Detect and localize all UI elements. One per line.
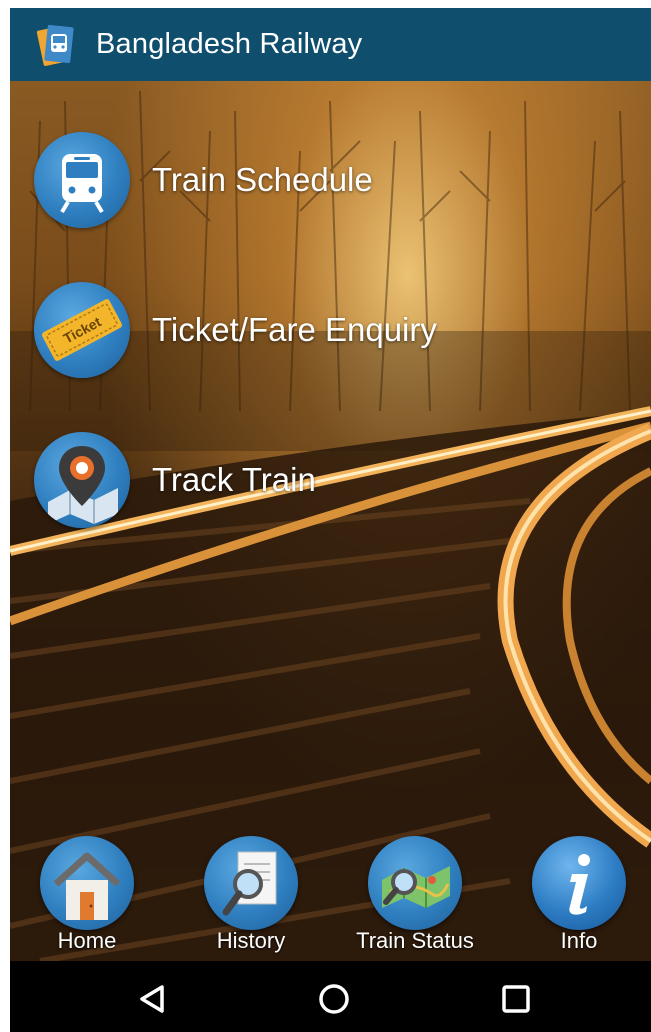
nav-label: Train Status	[356, 928, 474, 953]
menu-item-ticket-fare-enquiry[interactable]: Ticket Ticket/Fare Enquiry	[34, 282, 437, 378]
menu-label: Ticket/Fare Enquiry	[152, 311, 437, 348]
menu-item-track-train[interactable]: Track Train	[34, 432, 316, 528]
info-icon	[532, 836, 626, 930]
railway-logo-icon	[36, 22, 76, 68]
nav-label: History	[216, 928, 286, 953]
phone-screen: Bangladesh Railway Train Schedule Ticket…	[10, 8, 651, 1032]
recents-icon[interactable]	[498, 981, 534, 1017]
ticket-icon: Ticket	[34, 282, 130, 378]
nav-train-status-button[interactable]: Train Status	[345, 836, 485, 954]
back-icon[interactable]	[134, 981, 170, 1017]
app-title: Bangladesh Railway	[96, 28, 363, 60]
nav-info-button[interactable]: Info	[509, 836, 649, 954]
map-search-icon	[368, 836, 462, 930]
bottom-navigation: Home History Train Status Info	[10, 836, 651, 961]
home-circle-icon[interactable]	[316, 981, 352, 1017]
nav-history-button[interactable]: History	[181, 836, 321, 954]
history-search-icon	[204, 836, 298, 930]
nav-label: Home	[57, 928, 117, 953]
nav-home-button[interactable]: Home	[17, 836, 157, 954]
map-pin-icon	[34, 432, 130, 528]
menu-label: Track Train	[152, 461, 316, 498]
nav-label: Info	[560, 928, 598, 953]
train-icon	[34, 132, 130, 228]
home-icon	[40, 836, 134, 930]
menu-label: Train Schedule	[152, 161, 373, 198]
app-bar: Bangladesh Railway	[10, 8, 651, 81]
system-navigation-bar	[10, 961, 651, 1032]
menu-item-train-schedule[interactable]: Train Schedule	[34, 132, 373, 228]
